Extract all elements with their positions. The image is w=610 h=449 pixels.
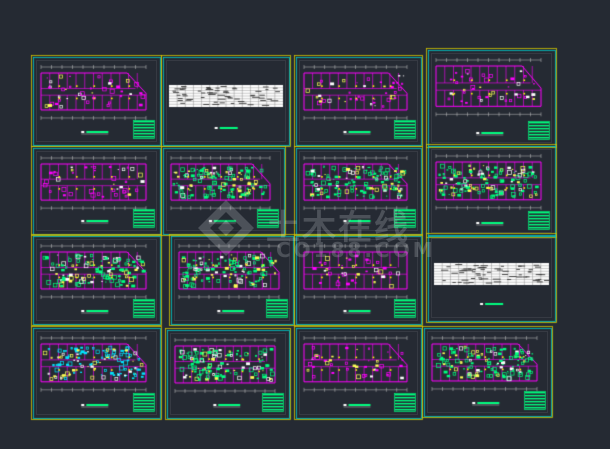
drawing-sheet[interactable] [163,57,289,145]
drawing-sheet[interactable] [171,236,293,324]
drawing-sheet[interactable] [33,148,160,234]
drawing-sheet[interactable] [428,235,555,321]
drawing-sheet[interactable] [296,57,421,145]
drawing-sheet[interactable] [33,328,160,418]
drawing-sheet[interactable] [167,330,289,418]
drawing-sheet[interactable] [428,146,555,236]
drawing-sheet[interactable] [296,148,421,234]
drawing-sheet[interactable] [33,57,160,145]
drawing-sheet[interactable] [163,148,284,234]
drawing-sheet[interactable] [424,328,551,416]
drawing-sheet[interactable] [296,236,421,324]
drawing-sheet[interactable] [428,50,555,146]
drawing-sheet[interactable] [33,236,160,324]
drawing-sheet[interactable] [296,328,421,418]
